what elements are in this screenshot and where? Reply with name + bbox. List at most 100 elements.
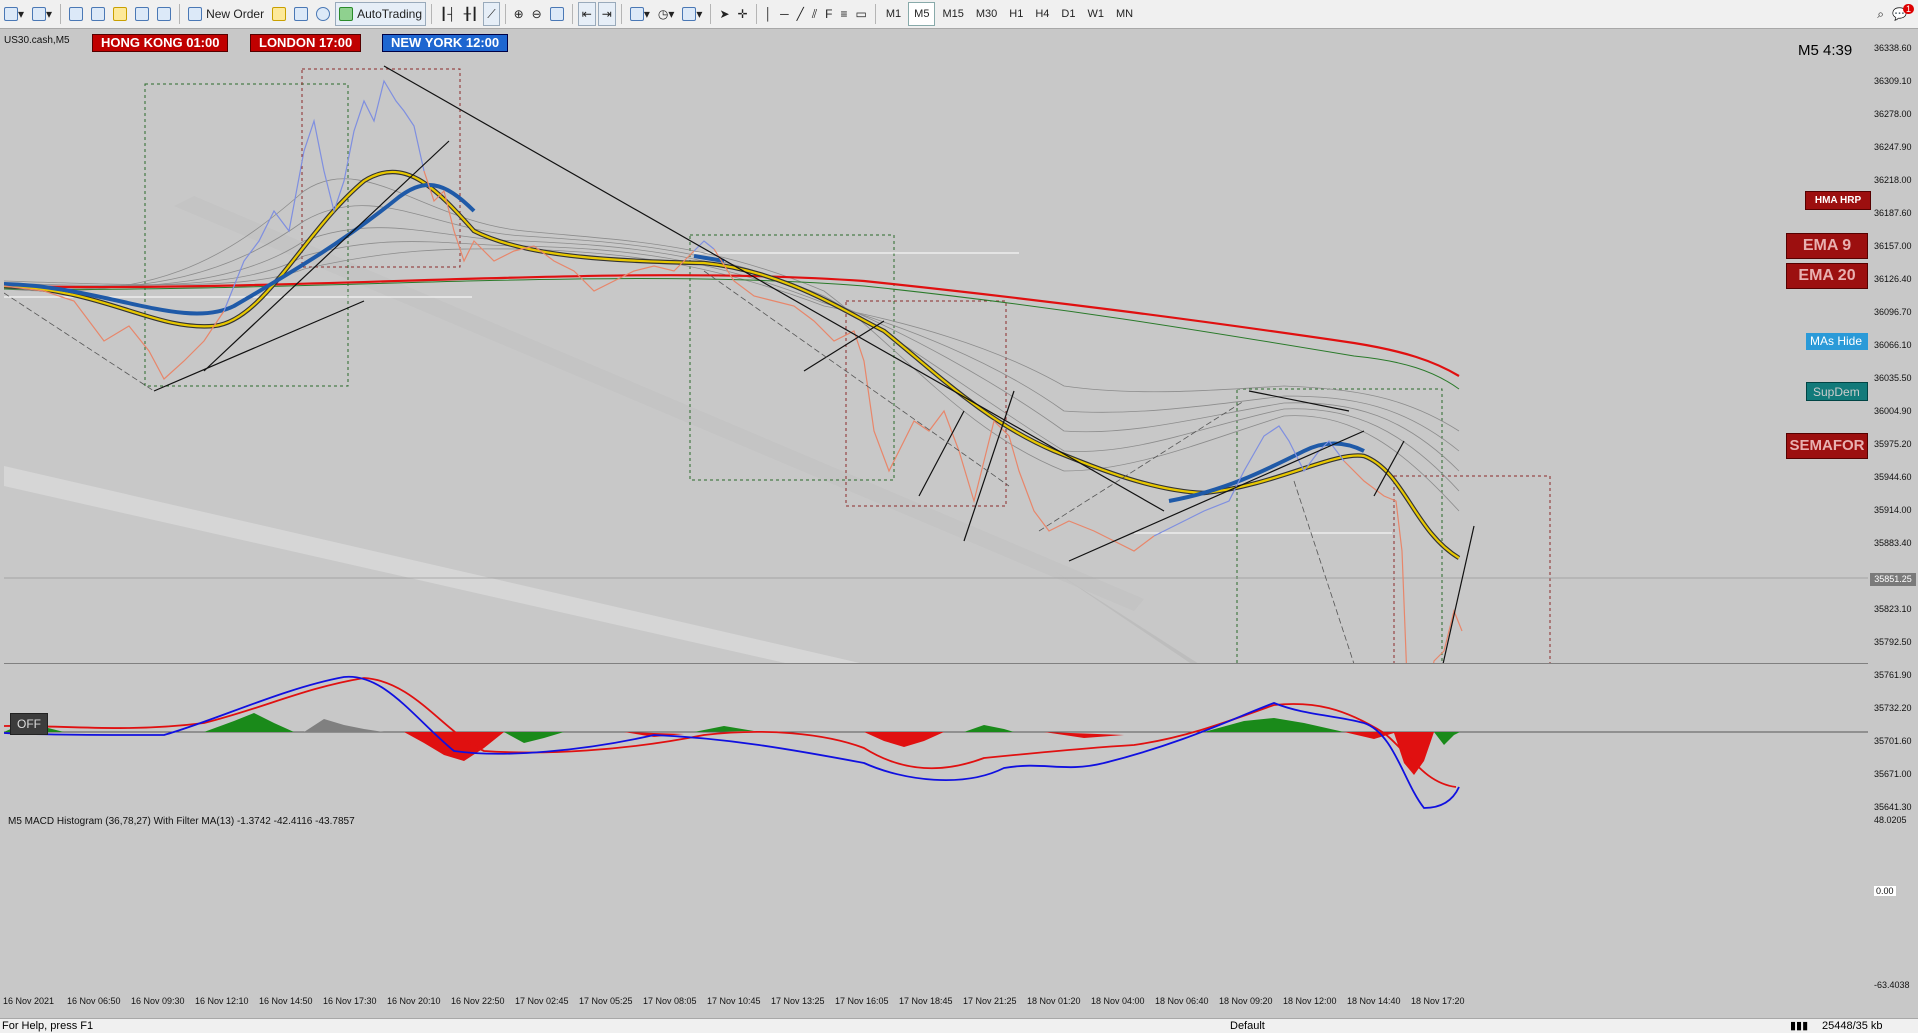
equidistant-channel-button[interactable]: ⫽ [809, 3, 820, 25]
candlestick-button[interactable]: ╂┃ [461, 3, 481, 25]
time-label: 16 Nov 2021 [3, 996, 55, 1006]
cursor-button[interactable]: ➤ [716, 3, 732, 25]
timeframe-m15[interactable]: M15 [937, 3, 968, 25]
crosshair-button[interactable]: ✛ [735, 3, 751, 25]
macd-label-zero: 0.00 [1874, 886, 1896, 896]
data-window-button[interactable] [110, 3, 130, 25]
price-label: 35883.40 [1874, 538, 1912, 548]
chart-window[interactable] [4, 31, 1868, 813]
bar-chart-button[interactable]: ┃┤ [437, 3, 459, 25]
price-label: 35823.10 [1874, 604, 1912, 614]
metaeditor-button[interactable] [269, 3, 289, 25]
toolbar-separator [60, 4, 62, 24]
zoom-in-button[interactable]: ⊕ [511, 3, 527, 25]
price-label: 35975.20 [1874, 439, 1912, 449]
strategy-tester-button[interactable] [154, 3, 174, 25]
market-watch-button[interactable] [66, 3, 86, 25]
toolbar-separator [755, 4, 757, 24]
supdem-button[interactable]: SupDem [1806, 382, 1868, 401]
zoom-out-button[interactable]: ⊖ [529, 3, 545, 25]
price-label: 36187.60 [1874, 208, 1912, 218]
time-label: 16 Nov 22:50 [451, 996, 505, 1006]
timeframe-h1[interactable]: H1 [1004, 3, 1028, 25]
new-order-icon [188, 7, 203, 21]
search-icon: ⌕ [1877, 6, 1885, 21]
timeframe-m5[interactable]: M5 [908, 2, 936, 26]
price-label: 36278.00 [1874, 109, 1912, 119]
label-button[interactable]: ▭ [853, 3, 870, 25]
signals-button[interactable] [313, 3, 333, 25]
time-label: 16 Nov 06:50 [67, 996, 121, 1006]
chart-symbol: US30.cash,M5 [4, 35, 70, 46]
periods-button[interactable]: ◷ ▾ [655, 3, 678, 25]
chat-button[interactable]: 💬 1 [1889, 3, 1917, 25]
vertical-line-button[interactable]: │ [762, 3, 776, 25]
semafor-button[interactable]: SEMAFOR [1786, 433, 1868, 459]
time-label: 17 Nov 18:45 [899, 996, 953, 1006]
templates-button[interactable]: ▾ [679, 3, 705, 25]
status-bar: For Help, press F1 Default ▮▮▮ 25448/35 … [0, 1018, 1918, 1033]
hma-button[interactable]: HMA HRP [1805, 191, 1871, 210]
data-window-icon [113, 7, 128, 21]
price-label: 35641.30 [1874, 802, 1912, 812]
fibonacci-button[interactable]: F [822, 3, 835, 25]
price-label: 36157.00 [1874, 241, 1912, 251]
status-help: For Help, press F1 [2, 1020, 94, 1032]
connection-icon: ▮▮▮ [1790, 1020, 1809, 1032]
chart-shift-button[interactable]: ⇥ [597, 2, 616, 26]
off-button[interactable]: OFF [10, 713, 48, 735]
timeframe-m1[interactable]: M1 [881, 3, 906, 25]
new-chart-icon [4, 7, 18, 21]
indicators-icon [629, 7, 644, 21]
line-chart-button[interactable]: ⟋ [483, 2, 500, 26]
navigator-button[interactable] [88, 3, 108, 25]
market-watch-icon [69, 7, 84, 21]
price-label: 35761.90 [1874, 670, 1912, 680]
ema20-button[interactable]: EMA 20 [1786, 263, 1868, 289]
indicators-button[interactable]: ▾ [627, 3, 653, 25]
tile-windows-button[interactable] [547, 3, 567, 25]
timeframe-w1[interactable]: W1 [1082, 3, 1109, 25]
text-button[interactable]: ≡ [838, 3, 851, 25]
zoom-out-icon: ⊖ [531, 7, 542, 21]
price-label: 36126.40 [1874, 274, 1912, 284]
new-order-button[interactable]: New Order [185, 3, 267, 25]
signals-icon [316, 7, 331, 21]
price-label: 36218.00 [1874, 175, 1912, 185]
search-button[interactable]: ⌕ [1874, 3, 1887, 25]
timeframe-mn[interactable]: MN [1111, 3, 1138, 25]
strategy-tester-icon [157, 7, 172, 21]
time-label: 17 Nov 08:05 [643, 996, 697, 1006]
status-traffic: 25448/35 kb [1822, 1020, 1883, 1032]
trendline-button[interactable]: ╱ [794, 3, 807, 25]
new-order-label: New Order [206, 7, 265, 21]
profiles-icon [32, 7, 47, 21]
profiles-button[interactable]: ▾ [29, 3, 55, 25]
price-label: 35671.00 [1874, 769, 1912, 779]
toolbar-separator [179, 4, 181, 24]
price-label: 36309.10 [1874, 76, 1912, 86]
toolbar-separator [874, 4, 876, 24]
time-label: 18 Nov 04:00 [1091, 996, 1145, 1006]
auto-scroll-button[interactable]: ⇤ [577, 2, 596, 26]
horizontal-line-button[interactable]: ─ [777, 3, 792, 25]
terminal-button[interactable] [132, 3, 152, 25]
toolbar-separator [504, 4, 506, 24]
timeframe-d1[interactable]: D1 [1056, 3, 1080, 25]
terminal-icon [135, 7, 150, 21]
clock-icon: ◷ [657, 7, 669, 21]
timeframe-m30[interactable]: M30 [971, 3, 1002, 25]
time-label: 17 Nov 05:25 [579, 996, 633, 1006]
notification-badge: 1 [1902, 4, 1914, 14]
time-axis: 16 Nov 2021 16 Nov 06:50 16 Nov 09:30 16… [0, 996, 1918, 1008]
status-profile: Default [1230, 1020, 1265, 1032]
price-label: 36066.10 [1874, 340, 1912, 350]
toolbar-separator [620, 4, 622, 24]
ema9-button[interactable]: EMA 9 [1786, 233, 1868, 259]
mas-hide-button[interactable]: MAs Hide [1806, 333, 1868, 350]
timeframe-h4[interactable]: H4 [1030, 3, 1054, 25]
mql-community-button[interactable] [291, 3, 311, 25]
autotrading-button[interactable]: AutoTrading [335, 2, 427, 26]
new-chart-button[interactable]: ▾ [1, 3, 27, 25]
macd-canvas[interactable] [4, 663, 1868, 813]
